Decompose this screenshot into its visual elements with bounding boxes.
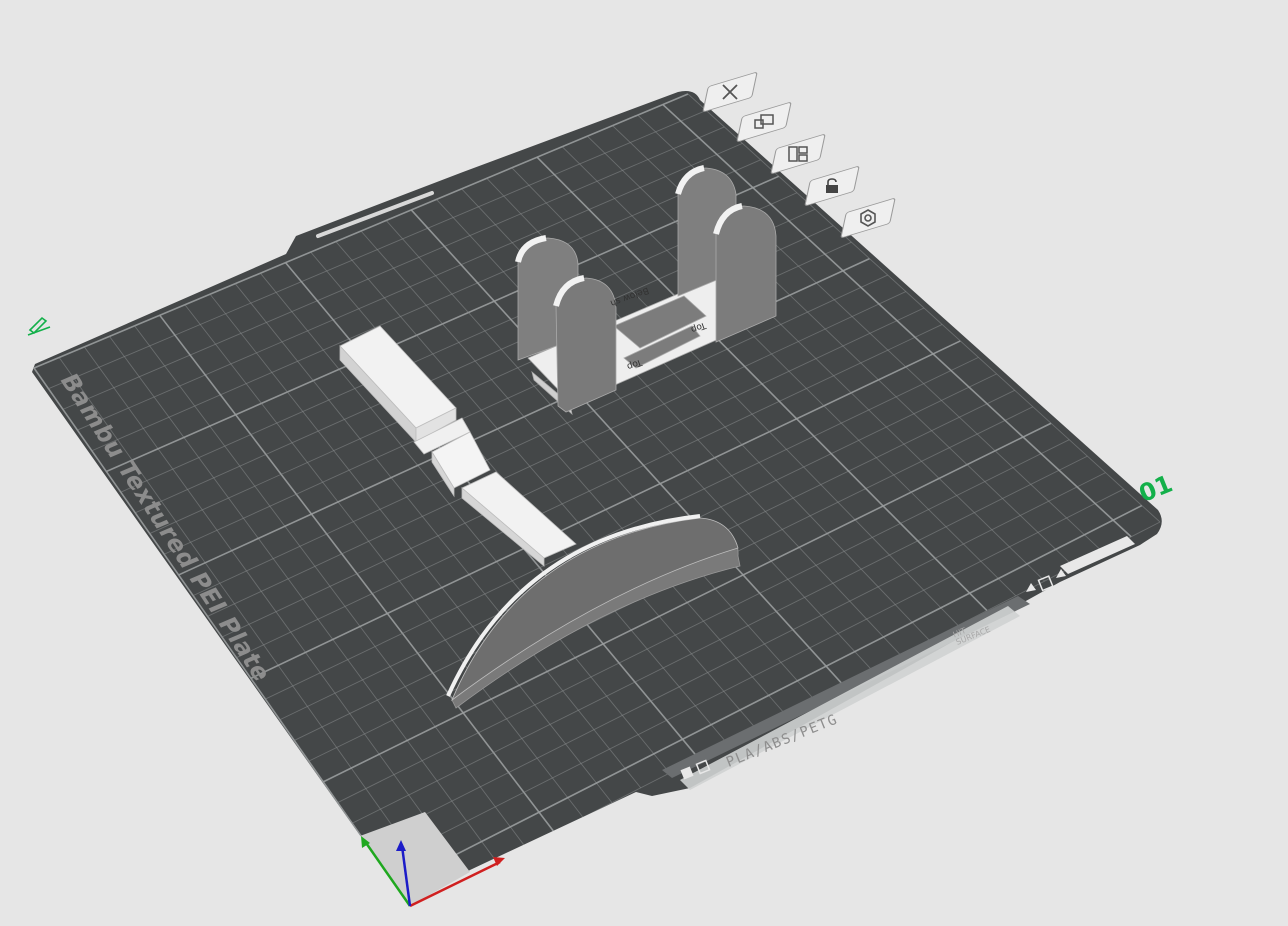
close-icon bbox=[722, 84, 738, 100]
layout-icon bbox=[788, 146, 808, 162]
build-plate[interactable] bbox=[32, 91, 1162, 906]
gear-icon bbox=[860, 209, 876, 227]
edit-plate-name-icon[interactable] bbox=[24, 314, 52, 341]
3d-viewport[interactable] bbox=[0, 0, 1288, 926]
arrange-icon bbox=[754, 114, 774, 129]
lock-icon bbox=[826, 178, 838, 193]
